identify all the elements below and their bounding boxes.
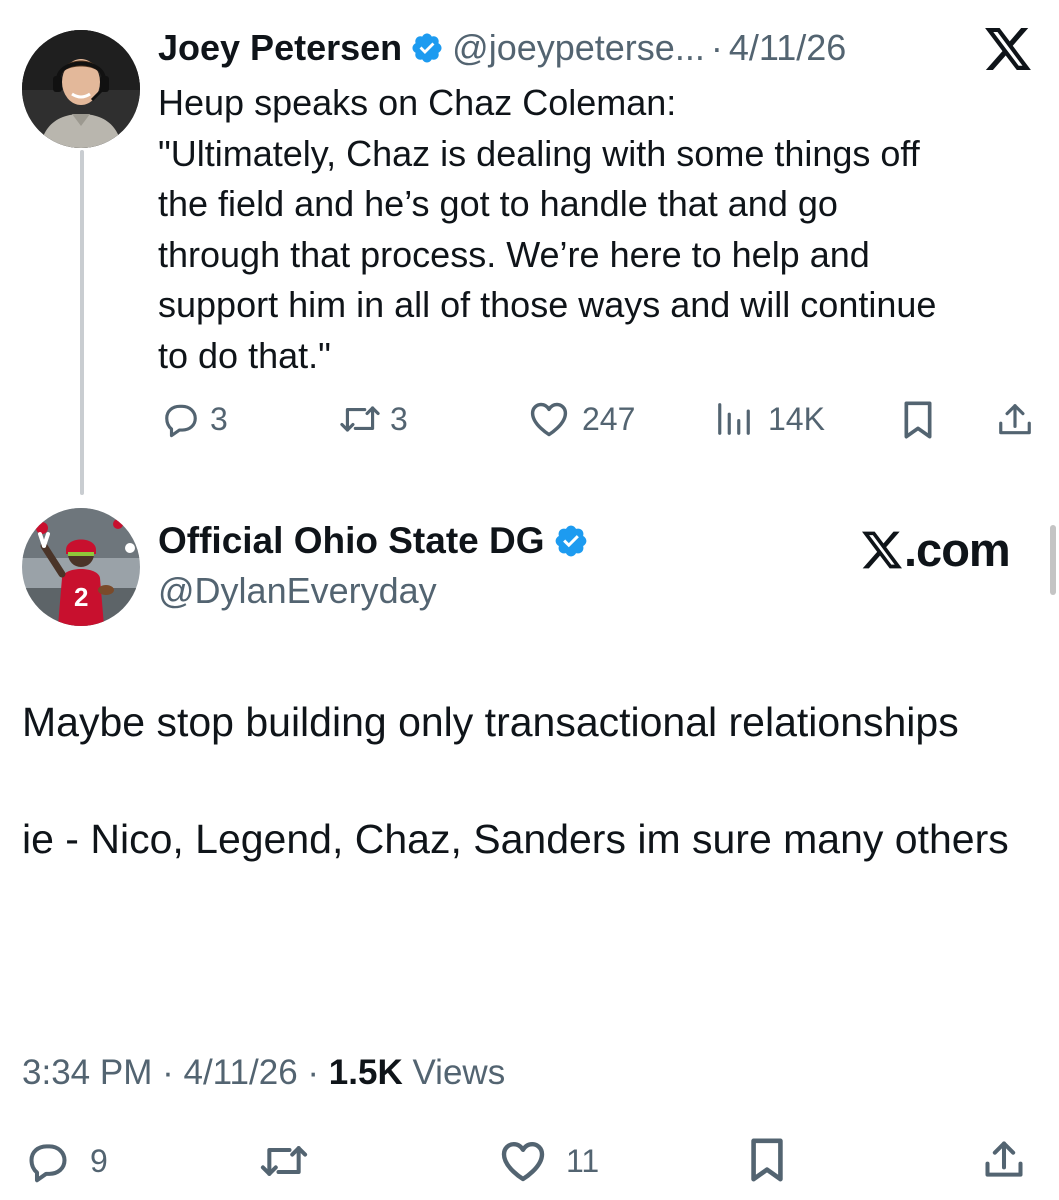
reply-like-count: 11 [566, 1142, 600, 1179]
reply-repost-button[interactable] [256, 1139, 312, 1183]
quoted-line: to do that." [158, 334, 331, 376]
reply-icon [165, 404, 197, 438]
quoted-repost-button[interactable]: 3 [338, 400, 408, 438]
quoted-tweet-actions: 3 3 247 14K [158, 396, 1038, 446]
verified-badge-icon [412, 33, 442, 63]
quoted-repost-count: 3 [390, 400, 408, 437]
joey-avatar[interactable] [22, 30, 140, 148]
quoted-tweet-text: Heup speaks on Chaz Coleman: "Ultimately… [158, 78, 1038, 381]
reply-reply-button[interactable]: 9 [26, 1139, 108, 1183]
verified-badge-icon [555, 525, 586, 557]
reply-tweet-actions: 9 11 [22, 1133, 1042, 1189]
thread-line [80, 150, 84, 495]
share-icon [999, 404, 1031, 435]
like-icon [530, 402, 568, 437]
quoted-like-count: 247 [582, 400, 636, 437]
reply-reply-count: 9 [90, 1142, 108, 1179]
x-com-text: .com [904, 523, 1011, 576]
dg-avatar[interactable]: 2 [22, 508, 140, 626]
quoted-reply-count: 3 [210, 400, 228, 437]
reply-time[interactable]: 3:34 PM [22, 1053, 152, 1092]
scrollbar[interactable] [1050, 525, 1056, 595]
quoted-bookmark-button[interactable] [900, 400, 936, 440]
quoted-author-name[interactable]: Joey Petersen [158, 27, 402, 69]
quoted-like-button[interactable]: 247 [528, 400, 635, 438]
bookmark-icon [904, 401, 932, 439]
quoted-reply-button[interactable]: 3 [162, 400, 228, 438]
x-logo-icon [862, 531, 902, 568]
quoted-tweet-header: Joey Petersen @joeypeterse... · 4/11/26 [158, 26, 846, 70]
quoted-line: support him in all of those ways and wil… [158, 284, 937, 325]
reply-meta: 3:34 PM · 4/11/26 · 1.5K Views [22, 1053, 505, 1093]
reply-author-handle[interactable]: @DylanEveryday [158, 570, 437, 612]
reply-like-button[interactable]: 11 [498, 1139, 599, 1183]
bookmark-icon [751, 1138, 783, 1182]
reply-views-count: 1.5K [328, 1053, 403, 1092]
reply-icon [29, 1144, 67, 1183]
quoted-views-button[interactable]: 14K [714, 400, 825, 438]
quoted-line: through that process. We’re here to help… [158, 233, 870, 275]
quoted-author-handle[interactable]: @joeypeterse... [452, 27, 705, 69]
repost-icon [260, 1146, 308, 1176]
quoted-line: "Ultimately, Chaz is dealing with some t… [158, 132, 920, 174]
quoted-line: Heup speaks on Chaz Coleman: [158, 82, 677, 123]
reply-bookmark-button[interactable] [746, 1137, 788, 1183]
reply-views-label: Views [412, 1053, 506, 1092]
reply-share-button[interactable] [982, 1137, 1026, 1183]
share-icon [985, 1141, 1023, 1177]
separator-dot: · [162, 1053, 184, 1092]
svg-text:2: 2 [74, 582, 88, 612]
views-icon [718, 403, 750, 435]
reply-author-name[interactable]: Official Ohio State DG [158, 520, 545, 562]
reply-author-name-row: Official Ohio State DG [158, 520, 597, 562]
separator-dot: · [710, 27, 723, 68]
reply-tweet-text: Maybe stop building only transactional r… [22, 693, 1032, 869]
quoted-line: the field and he’s got to handle that an… [158, 183, 838, 224]
quoted-share-button[interactable] [996, 400, 1034, 440]
repost-icon [340, 406, 380, 432]
x-logo-icon[interactable] [985, 28, 1031, 70]
x-com-brand[interactable]: .com [862, 522, 1011, 577]
quoted-tweet-date[interactable]: 4/11/26 [729, 27, 846, 69]
reply-paragraph: Maybe stop building only transactional r… [22, 699, 959, 745]
separator-dot: · [307, 1053, 329, 1092]
like-icon [501, 1142, 545, 1182]
quoted-view-count: 14K [768, 400, 825, 437]
reply-paragraph: ie - Nico, Legend, Chaz, Sanders im sure… [22, 816, 1009, 862]
reply-date[interactable]: 4/11/26 [183, 1053, 297, 1092]
